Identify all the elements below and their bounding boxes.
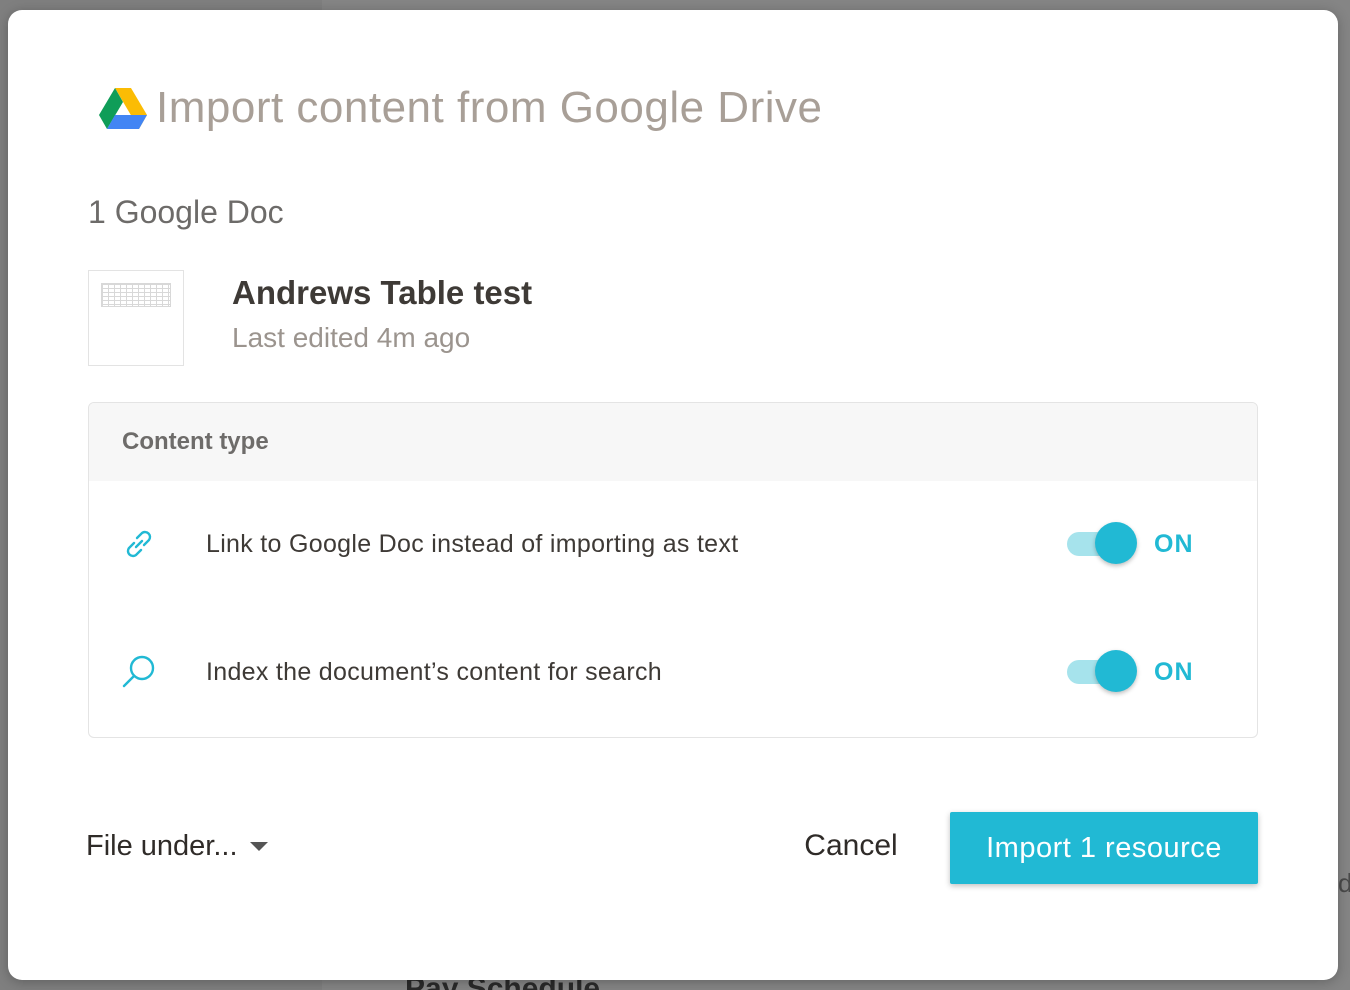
table-preview-icon [101,283,171,307]
link-icon [126,530,152,558]
option-row-index: Index the document’s content for search … [89,642,1257,702]
modal-title: Import content from Google Drive [156,83,823,132]
content-type-label: Content type [122,428,269,455]
google-drive-icon [99,88,147,129]
document-thumbnail [88,270,184,366]
index-toggle-state: ON [1154,657,1194,686]
modal-header: Import content from Google Drive [98,82,822,134]
toggle-knob[interactable] [1095,650,1137,692]
content-type-header: Content type [89,403,1257,481]
link-option-label: Link to Google Doc instead of importing … [206,529,739,558]
search-icon [122,655,155,688]
backdrop-edge-text: d [1338,868,1350,898]
index-toggle[interactable] [1067,650,1137,694]
cancel-button[interactable]: Cancel [786,822,916,870]
chevron-down-icon [249,841,268,851]
link-toggle-state: ON [1154,529,1194,558]
file-under-label: File under... [86,829,238,862]
link-toggle[interactable] [1067,522,1137,566]
import-modal: Import content from Google Drive 1 Googl… [8,10,1338,980]
option-row-link: Link to Google Doc instead of importing … [89,514,1257,574]
document-last-edited: Last edited 4m ago [232,322,471,353]
document-count: 1 Google Doc [88,194,284,230]
file-under-dropdown[interactable]: File under... [86,826,268,866]
document-title: Andrews Table test [232,274,533,311]
import-button[interactable]: Import 1 resource [950,812,1258,884]
index-option-label: Index the document’s content for search [206,657,662,686]
content-type-panel: Content type Link to Google Doc instead … [88,402,1258,738]
toggle-knob[interactable] [1095,522,1137,564]
